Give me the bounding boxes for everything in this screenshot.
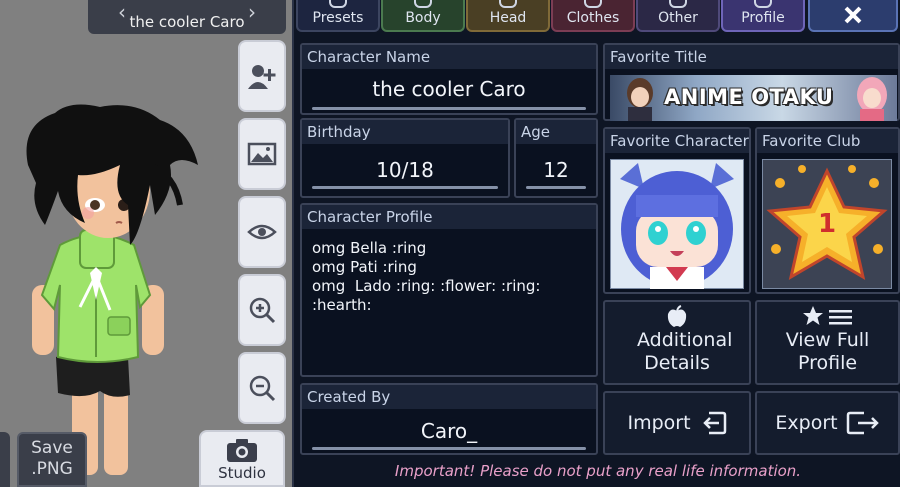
- birthday-field[interactable]: 10/18: [302, 158, 508, 182]
- save-label: Save: [31, 438, 73, 458]
- png-label: .PNG: [31, 459, 73, 479]
- favorite-character-image: [610, 159, 744, 289]
- created-by-box: Created By Caro_: [300, 383, 598, 455]
- favorite-title-box[interactable]: Favorite Title ANIME OTAKU: [603, 43, 900, 121]
- age-box: Age 12: [514, 118, 598, 198]
- zoom-out-button[interactable]: [238, 352, 286, 424]
- created-by-underline: [312, 447, 586, 450]
- prev-arrow-icon[interactable]: ‹: [118, 0, 126, 34]
- zoom-in-icon: [249, 297, 276, 324]
- created-by-title: Created By: [302, 385, 596, 409]
- clothes-icon: [584, 0, 602, 8]
- age-title: Age: [516, 120, 596, 144]
- favorite-character-title: Favorite Character: [605, 129, 749, 153]
- privacy-warning: Important! Please do not put any real li…: [394, 462, 802, 480]
- tab-clothes[interactable]: Clothes: [551, 0, 635, 32]
- import-button[interactable]: Import: [603, 391, 751, 455]
- character-name-title: Character Name: [302, 45, 596, 69]
- presets-icon: [329, 0, 347, 8]
- favorite-title-label: Favorite Title: [605, 45, 898, 69]
- zoom-in-button[interactable]: [238, 274, 286, 346]
- age-underline: [526, 186, 586, 189]
- character-name-header: ‹ the cooler Caro ›: [88, 0, 286, 34]
- add-character-button[interactable]: [238, 40, 286, 112]
- head-icon: [499, 0, 517, 8]
- export-label: Export: [775, 412, 838, 434]
- star-list-icon: [802, 306, 852, 325]
- studio-button[interactable]: Studio: [199, 430, 285, 487]
- other-icon: [669, 0, 687, 8]
- close-icon: [844, 6, 862, 24]
- birthday-title: Birthday: [302, 120, 508, 144]
- character-name-box: Character Name the cooler Caro: [300, 43, 598, 115]
- profile-icon: [754, 0, 772, 8]
- add-user-icon: [248, 65, 276, 89]
- name-underline: [312, 107, 586, 110]
- view-full-profile-button[interactable]: View Full Profile: [755, 300, 900, 385]
- tab-body[interactable]: Body: [381, 0, 465, 32]
- character-profile-box: Character Profile omg Bella :ring omg Pa…: [300, 203, 598, 377]
- character-profile-textarea[interactable]: omg Bella :ring omg Pati :ring omg Lado …: [312, 239, 586, 315]
- zoom-out-icon: [249, 375, 276, 402]
- eye-icon: [247, 224, 277, 240]
- view-full-profile-label: View Full Profile: [785, 329, 870, 374]
- character-profile-title: Character Profile: [302, 205, 596, 229]
- tab-bar: Presets Body Head Clothes Other Profile: [296, 0, 806, 32]
- character-name-text: the cooler Caro: [129, 13, 245, 31]
- age-field[interactable]: 12: [516, 158, 596, 182]
- export-icon: [846, 411, 879, 435]
- favorite-club-title: Favorite Club: [757, 129, 898, 153]
- background-button[interactable]: [238, 118, 286, 190]
- birthday-box: Birthday 10/18: [300, 118, 510, 198]
- birthday-underline: [312, 186, 498, 189]
- camera-icon: [227, 439, 257, 462]
- visibility-button[interactable]: [238, 196, 286, 268]
- created-by-field[interactable]: Caro_: [302, 419, 596, 443]
- character-stage: ‹ the cooler Caro › Save .PNG Studio: [0, 0, 292, 487]
- apple-icon: [667, 305, 687, 327]
- next-arrow-icon[interactable]: ›: [248, 0, 256, 34]
- character-illustration[interactable]: [0, 95, 230, 487]
- additional-details-button[interactable]: Additional Details: [603, 300, 751, 385]
- import-icon: [702, 411, 726, 435]
- export-button[interactable]: Export: [755, 391, 900, 455]
- left-edge-tab[interactable]: [0, 432, 10, 487]
- additional-details-label: Additional Details: [637, 329, 733, 374]
- studio-label: Studio: [218, 464, 266, 482]
- tab-head[interactable]: Head: [466, 0, 550, 32]
- tab-profile[interactable]: Profile: [721, 0, 805, 32]
- favorite-title-banner: ANIME OTAKU: [610, 75, 897, 121]
- favorite-character-box[interactable]: Favorite Character: [603, 127, 751, 294]
- body-icon: [414, 0, 432, 8]
- character-name-field[interactable]: the cooler Caro: [302, 77, 596, 101]
- tab-other[interactable]: Other: [636, 0, 720, 32]
- save-png-button[interactable]: Save .PNG: [17, 432, 87, 487]
- favorite-club-number: 1: [817, 209, 837, 239]
- favorite-club-box[interactable]: Favorite Club 1: [755, 127, 900, 294]
- close-button[interactable]: [808, 0, 898, 32]
- favorite-title-text: ANIME OTAKU: [664, 85, 834, 109]
- import-label: Import: [627, 412, 691, 434]
- image-icon: [247, 142, 277, 166]
- tab-presets[interactable]: Presets: [296, 0, 380, 32]
